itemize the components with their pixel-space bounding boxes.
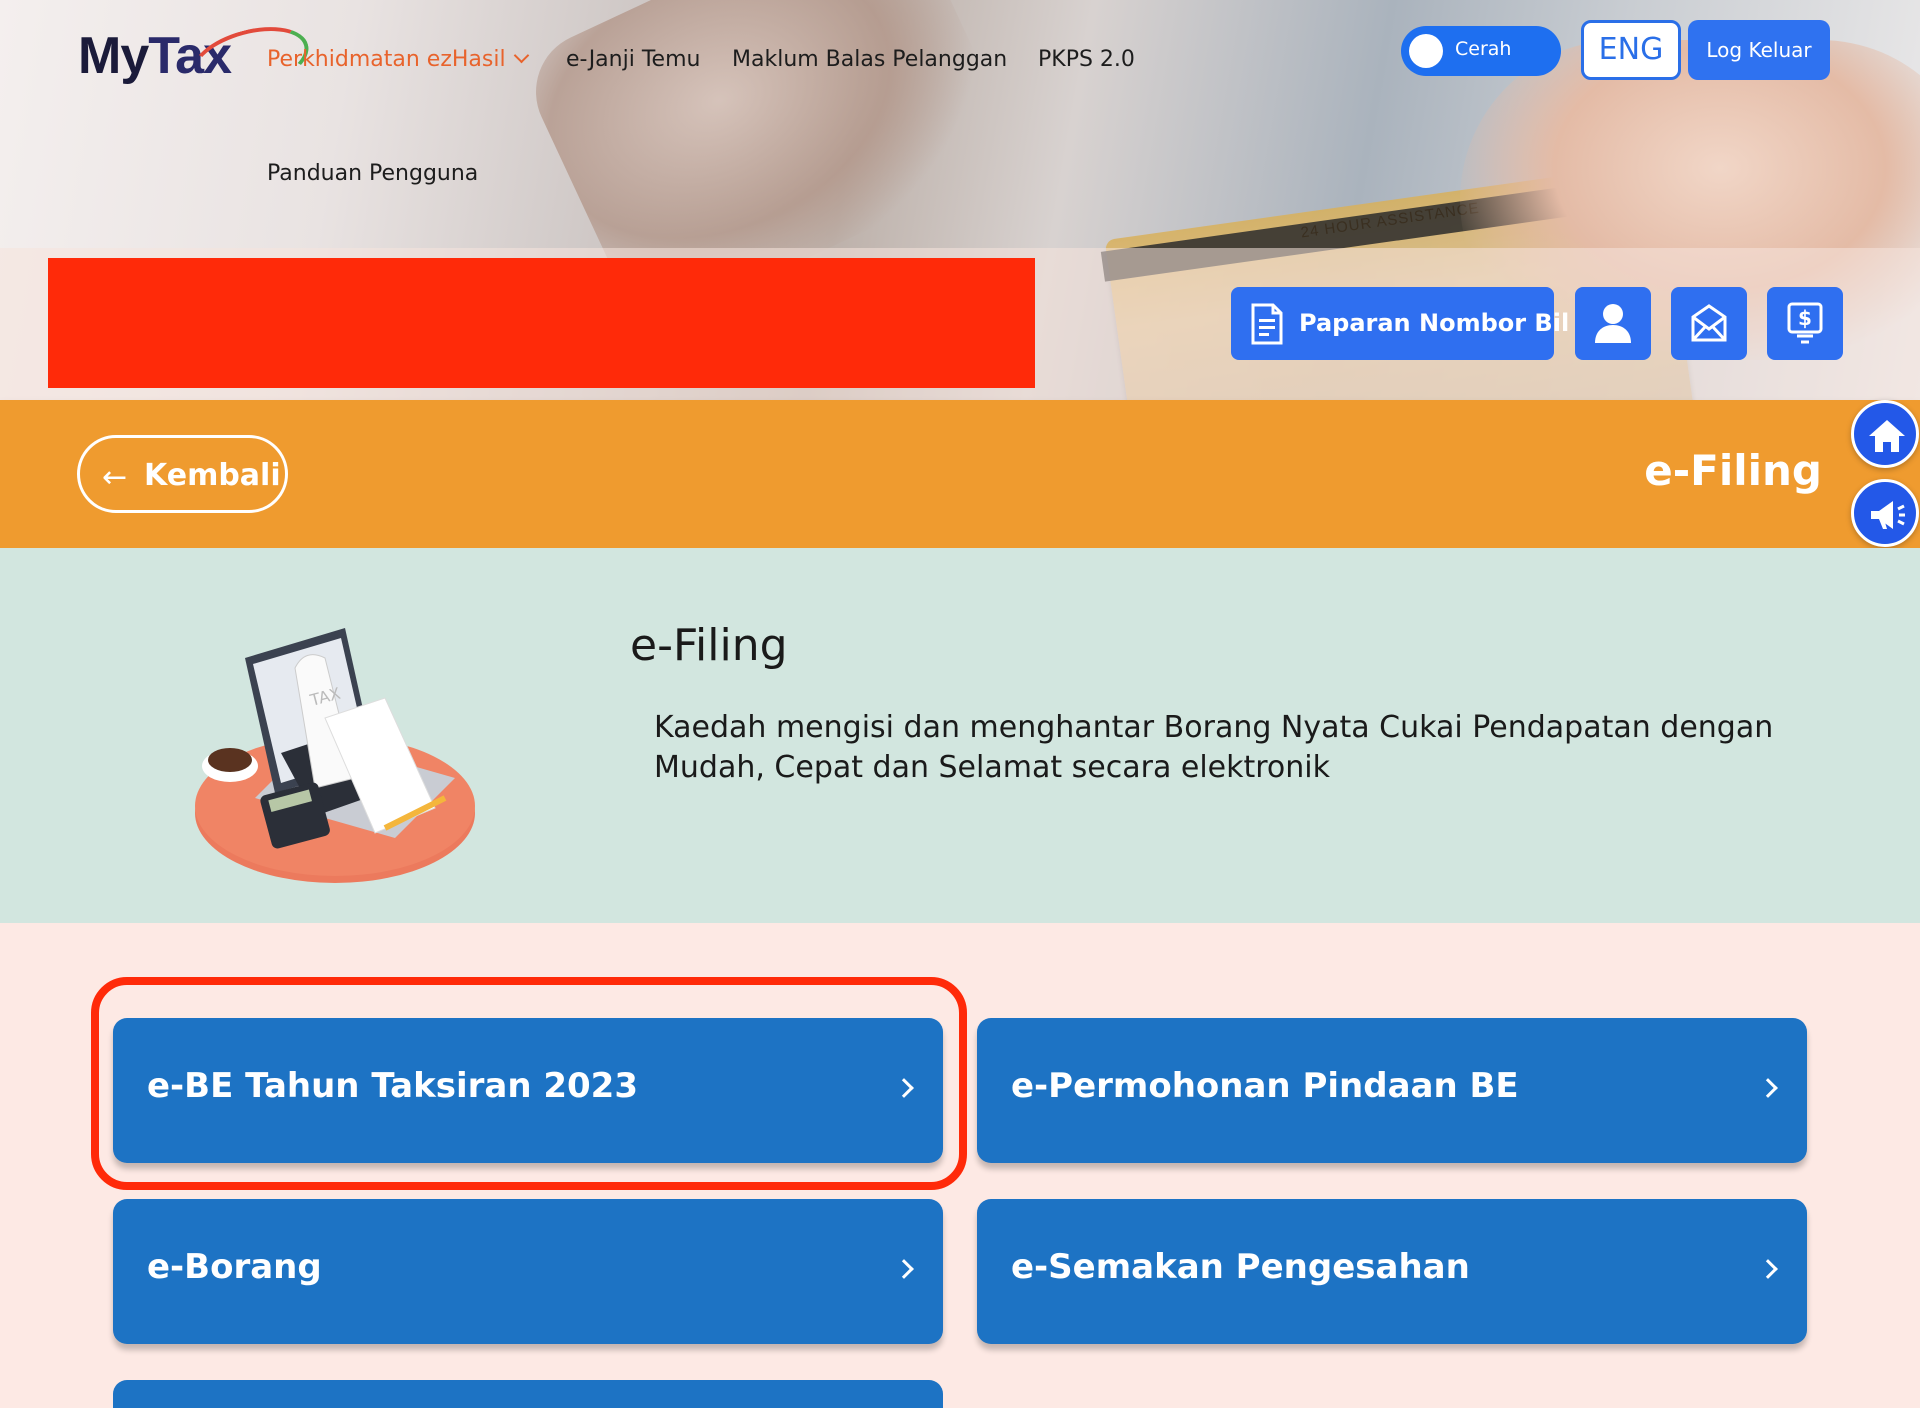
nav-maklum-balas-pelanggan[interactable]: Maklum Balas Pelanggan bbox=[732, 47, 1007, 72]
logout-button[interactable]: Log Keluar bbox=[1688, 20, 1830, 80]
chevron-right-icon bbox=[1758, 1259, 1778, 1279]
bill-button-label: Paparan Nombor Bil bbox=[1299, 309, 1570, 337]
document-icon bbox=[1251, 303, 1283, 345]
nav-panduan-pengguna[interactable]: Panduan Pengguna bbox=[267, 161, 478, 186]
inbox-button[interactable] bbox=[1671, 287, 1747, 360]
menu-card-label: e-BE Tahun Taksiran 2023 bbox=[147, 1066, 638, 1106]
page-title: e-Filing bbox=[1644, 446, 1822, 495]
menu-card-label: e-Semakan Pengesahan bbox=[1011, 1247, 1470, 1287]
chevron-right-icon bbox=[894, 1078, 914, 1098]
home-button[interactable] bbox=[1851, 400, 1919, 468]
chevron-down-icon bbox=[513, 47, 529, 64]
redacted-user-info bbox=[48, 258, 1035, 388]
intro-title: e-Filing bbox=[630, 620, 788, 671]
bill-number-button[interactable]: Paparan Nombor Bil bbox=[1231, 287, 1569, 360]
profile-button[interactable] bbox=[1575, 287, 1651, 360]
arrow-left-icon: ← bbox=[102, 460, 128, 495]
efiling-intro: TAX e-Filing Kaedah mengisi dan menghant… bbox=[0, 548, 1920, 923]
theme-toggle[interactable]: Cerah bbox=[1401, 26, 1561, 76]
user-icon bbox=[1595, 304, 1631, 343]
nav-e-janji-temu[interactable]: e-Janji Temu bbox=[566, 47, 700, 72]
menu-card-partial[interactable] bbox=[113, 1380, 943, 1408]
language-button[interactable]: ENG bbox=[1581, 20, 1681, 80]
menu-card-ebe[interactable]: e-BE Tahun Taksiran 2023 bbox=[113, 1018, 943, 1163]
menu-card-label: e-Permohonan Pindaan BE bbox=[1011, 1066, 1519, 1106]
payment-icon: $ bbox=[1787, 302, 1823, 344]
home-icon bbox=[1869, 420, 1905, 452]
back-button-label: Kembali bbox=[144, 458, 281, 493]
nav-label: Perkhidmatan ezHasil bbox=[267, 47, 506, 72]
svg-text:$: $ bbox=[1798, 306, 1812, 330]
page-title-bar: ← Kembali e-Filing bbox=[0, 400, 1920, 548]
menu-card-pindaan-be[interactable]: e-Permohonan Pindaan BE bbox=[977, 1018, 1807, 1163]
mytax-logo[interactable]: MyTax bbox=[78, 15, 316, 105]
payment-button[interactable]: $ bbox=[1767, 287, 1843, 360]
mail-icon bbox=[1691, 304, 1727, 342]
megaphone-icon bbox=[1871, 501, 1905, 529]
menu-card-semakan-pengesahan[interactable]: e-Semakan Pengesahan bbox=[977, 1199, 1807, 1344]
chevron-right-icon bbox=[894, 1259, 914, 1279]
menu-card-label: e-Borang bbox=[147, 1247, 322, 1287]
intro-description: Kaedah mengisi dan menghantar Borang Nya… bbox=[654, 710, 1774, 785]
chevron-right-icon bbox=[1758, 1078, 1778, 1098]
nav-perkhidmatan-ezhasil[interactable]: Perkhidmatan ezHasil bbox=[267, 47, 529, 72]
efiling-illustration: TAX bbox=[195, 628, 475, 883]
announcement-button[interactable] bbox=[1851, 479, 1919, 547]
back-button[interactable]: ← Kembali bbox=[77, 435, 288, 513]
nav-pkps[interactable]: PKPS 2.0 bbox=[1038, 47, 1135, 72]
toggle-knob bbox=[1409, 34, 1443, 68]
menu-card-eborang[interactable]: e-Borang bbox=[113, 1199, 943, 1344]
theme-toggle-label: Cerah bbox=[1455, 38, 1512, 60]
logo-my: My bbox=[78, 27, 149, 85]
